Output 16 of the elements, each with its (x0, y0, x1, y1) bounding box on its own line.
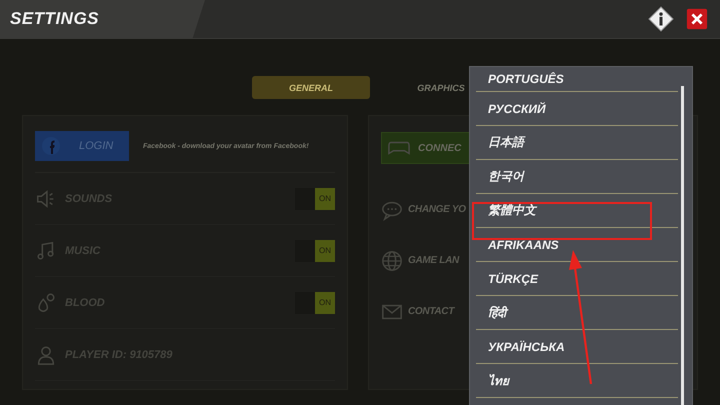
language-option[interactable]: ไทย (476, 364, 678, 398)
language-option[interactable]: 繁體中文 (476, 194, 678, 228)
close-icon[interactable] (686, 8, 708, 30)
language-option[interactable]: 한국어 (476, 160, 678, 194)
tab[interactable]: GENERAL (252, 76, 370, 99)
globe-icon (381, 250, 403, 272)
person-icon (35, 344, 57, 366)
facebook-icon (41, 136, 61, 156)
info-icon[interactable] (648, 6, 674, 32)
language-option[interactable]: РУССКИЙ (476, 92, 678, 126)
language-option[interactable]: 日本語 (476, 126, 678, 160)
language-option[interactable]: УКРАЇНСЬКА (476, 330, 678, 364)
language-option[interactable]: हिंदी (476, 296, 678, 330)
window-title: SETTINGS (10, 9, 100, 29)
scrollbar[interactable] (681, 86, 684, 405)
language-option[interactable]: PORTUGUÊS (476, 67, 678, 92)
